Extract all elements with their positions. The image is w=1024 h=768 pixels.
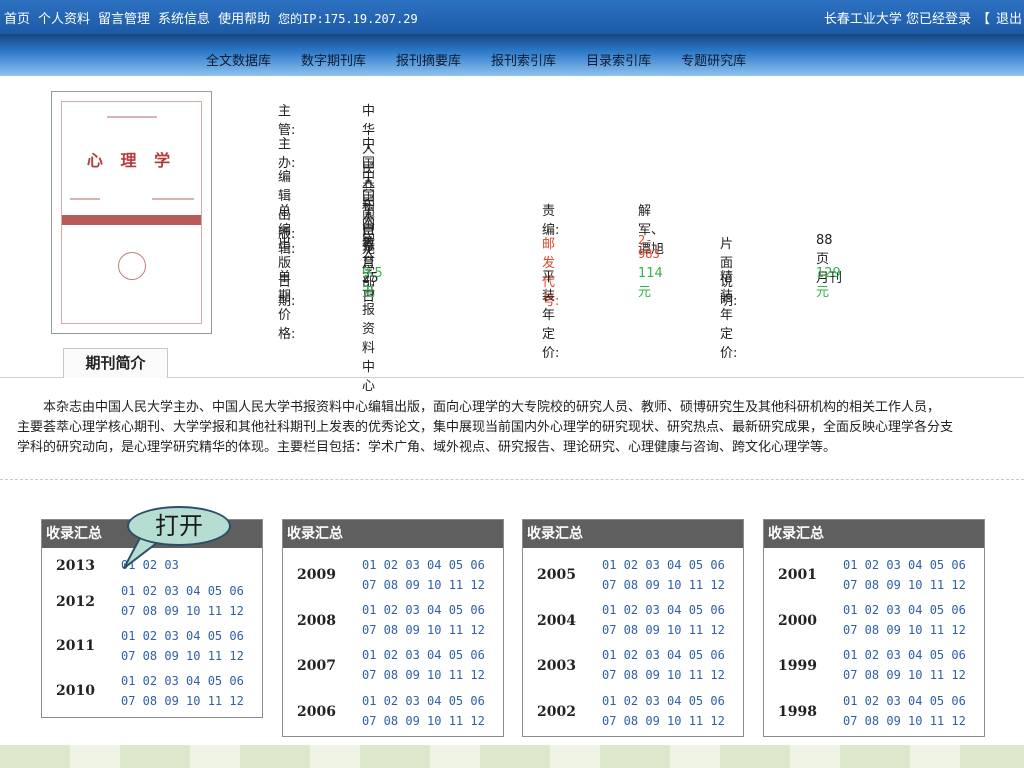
top-bar: 首页 个人资料 留言管理 系统信息 使用帮助 您的IP:175.19.207.29 长春工… [0, 0, 1024, 34]
issue-links[interactable]: 01 02 03 04 05 06 [843, 603, 966, 617]
issue-links[interactable]: 01 02 03 04 05 06 [843, 648, 966, 662]
issue-links[interactable]: 07 08 09 10 11 12 [121, 649, 244, 663]
ip-address: 您的IP:175.19.207.29 [278, 12, 418, 26]
year-label: 2009 [297, 567, 336, 583]
issue-links[interactable]: 01 02 03 04 05 06 [602, 648, 725, 662]
home-link[interactable]: 首页 [4, 12, 30, 27]
issue-links[interactable]: 07 08 09 10 11 12 [121, 694, 244, 708]
cover-date-text [152, 198, 194, 200]
issue-links[interactable]: 07 08 09 10 11 12 [362, 578, 485, 592]
issue-links[interactable]: 01 02 03 04 05 06 [843, 558, 966, 572]
cover-issue-text [70, 198, 100, 200]
issue-links[interactable]: 07 08 09 10 11 12 [602, 623, 725, 637]
issue-links[interactable]: 01 02 03 04 05 06 [602, 558, 725, 572]
archive-header: 收录汇总 [523, 520, 743, 548]
top-links: 首页 个人资料 留言管理 系统信息 使用帮助 您的IP:175.19.207.29 [4, 8, 426, 27]
archive-box-4: 收录汇总 2001 01 02 03 04 05 06 07 08 09 10 … [763, 519, 985, 737]
nav-index-db[interactable]: 报刊索引库 [491, 50, 556, 69]
nav-fulltext-db[interactable]: 全文数据库 [206, 50, 271, 69]
issue-links[interactable]: 07 08 09 10 11 12 [362, 714, 485, 728]
issue-links[interactable]: 01 02 03 04 05 06 [362, 603, 485, 617]
year-label: 2011 [56, 638, 95, 654]
description-line: 主要荟萃心理学核心期刊、大学学报和其他社科期刊上发表的优秀论文，集中展现当前国内… [17, 420, 954, 435]
year-label: 2010 [56, 683, 95, 699]
system-info-link[interactable]: 系统信息 [158, 12, 210, 27]
issue-links[interactable]: 07 08 09 10 11 12 [602, 668, 725, 682]
dashed-divider [0, 479, 1024, 480]
archive-box-2: 收录汇总 2009 01 02 03 04 05 06 07 08 09 10 … [282, 519, 504, 737]
price-label: 单期价格: [278, 270, 296, 342]
paperback-price-label: 平装年定价: [542, 270, 560, 361]
hardcover-price-value: 129元 [816, 266, 841, 300]
archive-box-1: 收录汇总 2013 01 02 03 2012 01 02 03 04 05 0… [41, 519, 263, 718]
journal-cover: 心 理 学 [51, 91, 212, 334]
archive-header: 收录汇总 [764, 520, 984, 548]
issue-links[interactable]: 01 02 03 04 05 06 [602, 694, 725, 708]
issue-links[interactable]: 07 08 09 10 11 12 [843, 714, 966, 728]
cover-inner: 心 理 学 [61, 101, 202, 324]
issue-links[interactable]: 01 02 03 04 05 06 [843, 694, 966, 708]
year-label: 2013 [56, 558, 95, 574]
archive-box-3: 收录汇总 2005 01 02 03 04 05 06 07 08 09 10 … [522, 519, 744, 737]
issue-links[interactable]: 07 08 09 10 11 12 [362, 623, 485, 637]
issue-links[interactable]: 01 02 03 [121, 558, 179, 572]
issue-links[interactable]: 07 08 09 10 11 12 [843, 578, 966, 592]
issue-links[interactable]: 01 02 03 04 05 06 [362, 694, 485, 708]
issue-links[interactable]: 01 02 03 04 05 06 [121, 674, 244, 688]
profile-link[interactable]: 个人资料 [38, 12, 90, 27]
journal-description: 本杂志由中国人民大学主办、中国人民大学书报资料中心编辑出版，面向心理学的大专院校… [17, 398, 1024, 458]
year-label: 2002 [537, 704, 576, 720]
year-label: 1998 [778, 704, 817, 720]
issue-links[interactable]: 07 08 09 10 11 12 [602, 578, 725, 592]
issue-links[interactable]: 01 02 03 04 05 06 [121, 584, 244, 598]
user-status: 长春工业大学 您已经登录【退出 [818, 8, 1022, 27]
description-line: 本杂志由中国人民大学主办、中国人民大学书报资料中心编辑出版，面向心理学的大专院校… [17, 400, 941, 415]
archive-header: 收录汇总 [283, 520, 503, 548]
year-label: 2004 [537, 613, 576, 629]
year-label: 1999 [778, 658, 817, 674]
login-status: 长春工业大学 您已经登录 [823, 12, 971, 27]
issue-links[interactable]: 07 08 09 10 11 12 [362, 668, 485, 682]
nav-catalog-index-db[interactable]: 目录索引库 [586, 50, 651, 69]
year-label: 2000 [778, 613, 817, 629]
year-label: 2007 [297, 658, 336, 674]
issue-links[interactable]: 07 08 09 10 11 12 [121, 604, 244, 618]
price-value: 9.5元 [362, 266, 383, 300]
logout-link[interactable]: 退出 [996, 12, 1022, 27]
issue-links[interactable]: 07 08 09 10 11 12 [843, 623, 966, 637]
issue-links[interactable]: 01 02 03 04 05 06 [362, 558, 485, 572]
issue-links[interactable]: 01 02 03 04 05 06 [362, 648, 485, 662]
cover-top-text [107, 116, 157, 118]
year-label: 2006 [297, 704, 336, 720]
paperback-price-value: 114元 [638, 266, 663, 300]
nav-digital-journal-db[interactable]: 数字期刊库 [301, 50, 366, 69]
issue-links[interactable]: 01 02 03 04 05 06 [602, 603, 725, 617]
cover-title: 心 理 学 [86, 151, 177, 170]
help-link[interactable]: 使用帮助 [218, 12, 270, 27]
nav-topic-research-db[interactable]: 专题研究库 [681, 50, 746, 69]
issue-links[interactable]: 07 08 09 10 11 12 [602, 714, 725, 728]
footer-decoration [0, 745, 1024, 768]
year-label: 2008 [297, 613, 336, 629]
year-label: 2001 [778, 567, 817, 583]
description-line: 学科的研究动向，是心理学研究精华的体现。主要栏目包括：学术广角、域外视点、研究报… [17, 440, 837, 455]
issue-links[interactable]: 01 02 03 04 05 06 [121, 629, 244, 643]
hardcover-price-label: 精装年定价: [720, 270, 738, 361]
cover-seal-icon [118, 252, 146, 280]
year-label: 2003 [537, 658, 576, 674]
postcode-value: 2-983 [638, 233, 660, 261]
callout-bubble: 打开 [127, 506, 231, 546]
cover-band [62, 215, 201, 225]
bracket: 【 [976, 12, 990, 27]
nav-abstract-db[interactable]: 报刊摘要库 [396, 50, 461, 69]
tab-journal-intro[interactable]: 期刊简介 [63, 348, 168, 378]
year-label: 2005 [537, 567, 576, 583]
messages-link[interactable]: 留言管理 [98, 12, 150, 27]
issue-links[interactable]: 07 08 09 10 11 12 [843, 668, 966, 682]
year-label: 2012 [56, 594, 95, 610]
database-nav: 全文数据库 数字期刊库 报刊摘要库 报刊索引库 目录索引库 专题研究库 [0, 34, 1024, 76]
